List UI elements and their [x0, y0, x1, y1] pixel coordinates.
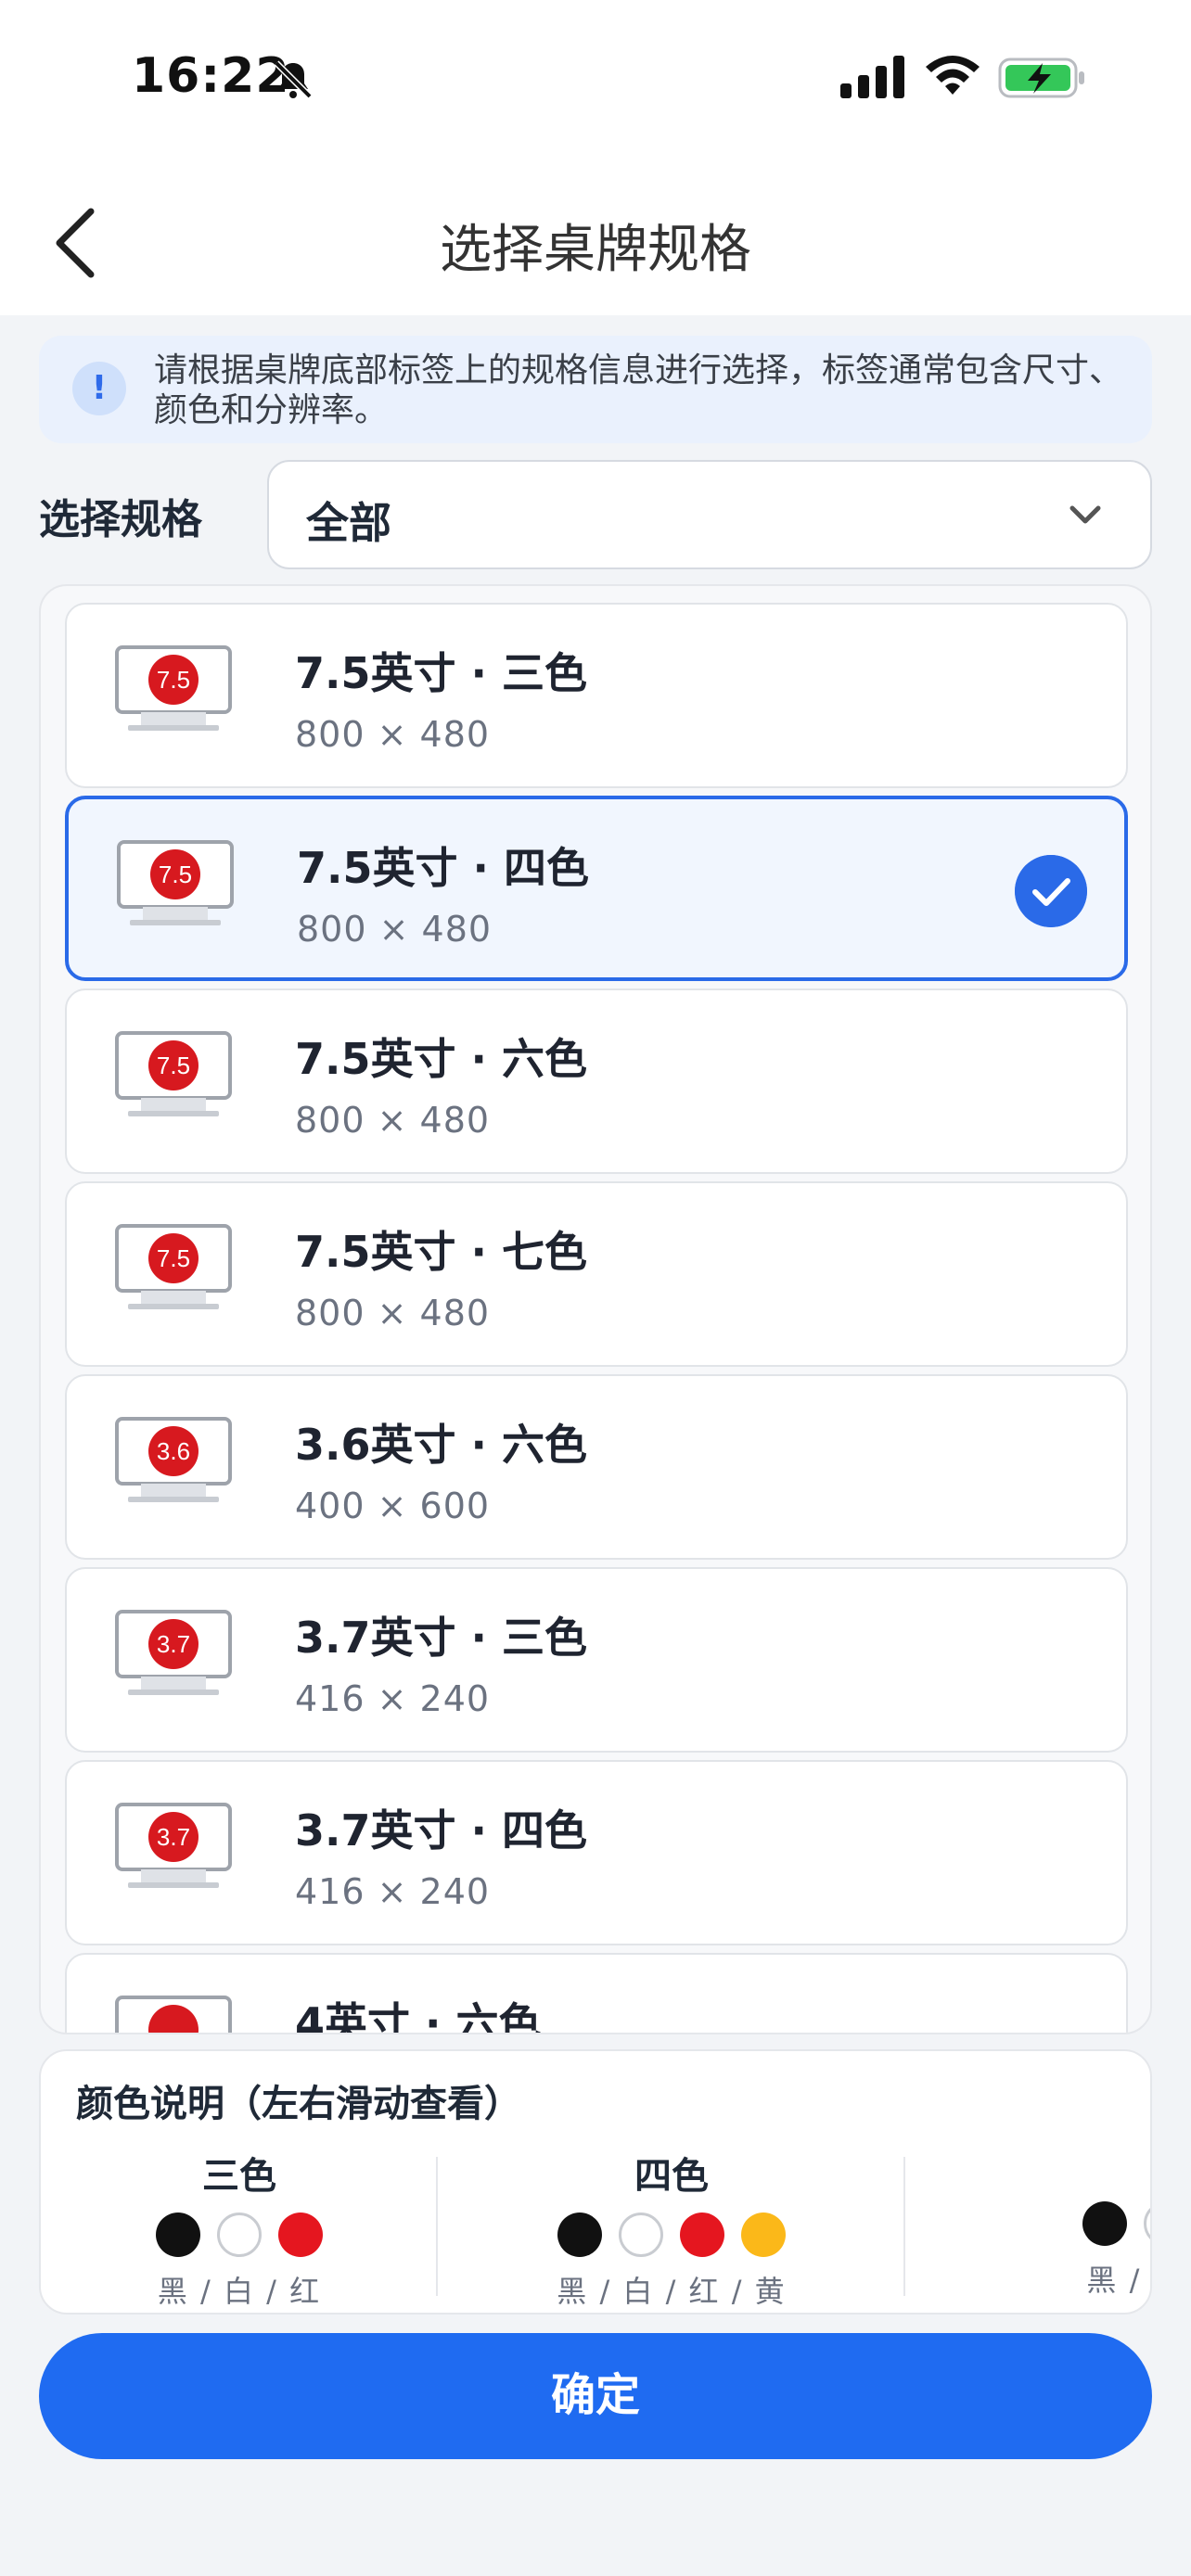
legend-group-name: 四色: [634, 2155, 709, 2198]
spec-resolution: 800 × 480: [295, 1293, 491, 1333]
color-swatch: [156, 2213, 200, 2257]
legend-color-labels: 黑 / 白 / 红: [157, 2274, 322, 2309]
color-swatch: [741, 2213, 786, 2257]
display-thumbnail-icon: 3.7: [115, 1803, 232, 1888]
color-swatch: [557, 2213, 602, 2257]
chevron-down-icon: [1069, 505, 1101, 524]
display-thumbnail-icon: 7.5: [115, 1224, 232, 1309]
confirm-button[interactable]: 确定: [39, 2333, 1152, 2459]
legend-group-name: [968, 2146, 1150, 2188]
status-time: 16:22: [132, 48, 290, 104]
spec-title: 3.7英寸 · 三色: [295, 1613, 587, 1663]
spec-item[interactable]: 7.5 7.5英寸 · 四色 800 × 480: [65, 796, 1128, 981]
thumb-badge: 7.5: [159, 861, 192, 888]
spec-item[interactable]: 3.7 3.7英寸 · 三色 416 × 240: [65, 1567, 1128, 1753]
display-thumbnail-icon: [115, 1996, 232, 2033]
spec-title: 7.5英寸 · 六色: [295, 1034, 587, 1084]
spec-resolution: 416 × 240: [295, 1678, 491, 1719]
spec-resolution: 800 × 480: [297, 909, 493, 950]
legend-group-name: 三色: [202, 2155, 276, 2198]
display-thumbnail-icon: 7.5: [115, 1031, 232, 1116]
thumb-badge: 3.7: [157, 1823, 190, 1851]
thumb-badge: 3.6: [157, 1437, 190, 1465]
spec-resolution: 416 × 240: [295, 1871, 491, 1912]
page-title: 选择桌牌规格: [440, 220, 751, 280]
legend-divider: [903, 2157, 905, 2296]
spec-title: 7.5英寸 · 七色: [295, 1227, 587, 1277]
legend-title: 颜色说明（左右滑动查看）: [76, 2083, 521, 2125]
spec-title: 3.6英寸 · 六色: [295, 1420, 587, 1470]
color-swatch: [619, 2213, 663, 2257]
thumb-badge: 7.5: [157, 1052, 190, 1079]
spec-title: 4英寸 · 六色: [295, 1998, 542, 2034]
legend-color-labels: 黑 / 白: [1086, 2263, 1150, 2298]
color-legend[interactable]: 颜色说明（左右滑动查看） 三色 黑 / 白 / 红 四色 黑 / 白 / 红 /…: [39, 2049, 1152, 2315]
check-icon: [1015, 855, 1087, 927]
color-swatch: [1082, 2201, 1127, 2246]
status-bar: 16:22: [0, 0, 1191, 167]
wifi-icon: [926, 56, 980, 95]
legend-group: 四色 黑 / 白 / 红 / 黄: [505, 2146, 839, 2309]
notice-text: 请根据桌牌底部标签上的规格信息进行选择，标签通常包含尺寸、颜色和分辨率。: [154, 351, 1123, 429]
spec-item[interactable]: 7.5 7.5英寸 · 六色 800 × 480: [65, 988, 1128, 1174]
spec-title: 7.5英寸 · 三色: [295, 648, 587, 698]
spec-item[interactable]: 7.5 7.5英寸 · 七色 800 × 480: [65, 1181, 1128, 1367]
thumb-badge: 7.5: [157, 666, 190, 694]
battery-charging-icon: [998, 57, 1084, 98]
spec-list[interactable]: 7.5 7.5英寸 · 三色 800 × 480 7.5 7.5英寸 · 四色 …: [39, 584, 1152, 2034]
bell-slash-icon: [274, 60, 313, 99]
spec-title: 3.7英寸 · 四色: [295, 1805, 587, 1855]
display-thumbnail-icon: 3.6: [115, 1417, 232, 1502]
legend-group: 三色 黑 / 白 / 红: [72, 2146, 406, 2309]
thumb-badge: 7.5: [157, 1244, 190, 1272]
spec-item[interactable]: 3.6 3.6英寸 · 六色 400 × 600: [65, 1374, 1128, 1560]
filter-label: 选择规格: [39, 496, 202, 543]
spec-resolution: 800 × 480: [295, 1100, 491, 1141]
spec-filter-select[interactable]: 全部: [267, 460, 1152, 569]
display-thumbnail-icon: 3.7: [115, 1610, 232, 1695]
color-swatch: [217, 2213, 262, 2257]
spec-resolution: 400 × 600: [295, 1486, 491, 1526]
color-swatch: [1144, 2201, 1150, 2246]
info-icon: !: [72, 362, 126, 415]
spec-item[interactable]: 7.5 7.5英寸 · 三色 800 × 480: [65, 603, 1128, 788]
info-notice: ! 请根据桌牌底部标签上的规格信息进行选择，标签通常包含尺寸、颜色和分辨率。: [39, 336, 1152, 443]
cellular-signal-icon: [840, 56, 904, 98]
color-swatch: [278, 2213, 323, 2257]
legend-group: 黑 / 白: [968, 2146, 1150, 2298]
nav-bar: 选择桌牌规格: [0, 167, 1191, 315]
legend-color-labels: 黑 / 白 / 红 / 黄: [557, 2274, 787, 2309]
spec-item[interactable]: 3.7 3.7英寸 · 四色 416 × 240: [65, 1760, 1128, 1945]
select-value: 全部: [306, 498, 391, 548]
display-thumbnail-icon: 7.5: [117, 840, 234, 925]
legend-divider: [436, 2157, 438, 2296]
spec-item[interactable]: 4英寸 · 六色: [65, 1953, 1128, 2034]
color-swatch: [680, 2213, 724, 2257]
spec-title: 7.5英寸 · 四色: [297, 843, 589, 893]
thumb-badge: 3.7: [157, 1630, 190, 1658]
display-thumbnail-icon: 7.5: [115, 645, 232, 731]
spec-resolution: 800 × 480: [295, 714, 491, 755]
